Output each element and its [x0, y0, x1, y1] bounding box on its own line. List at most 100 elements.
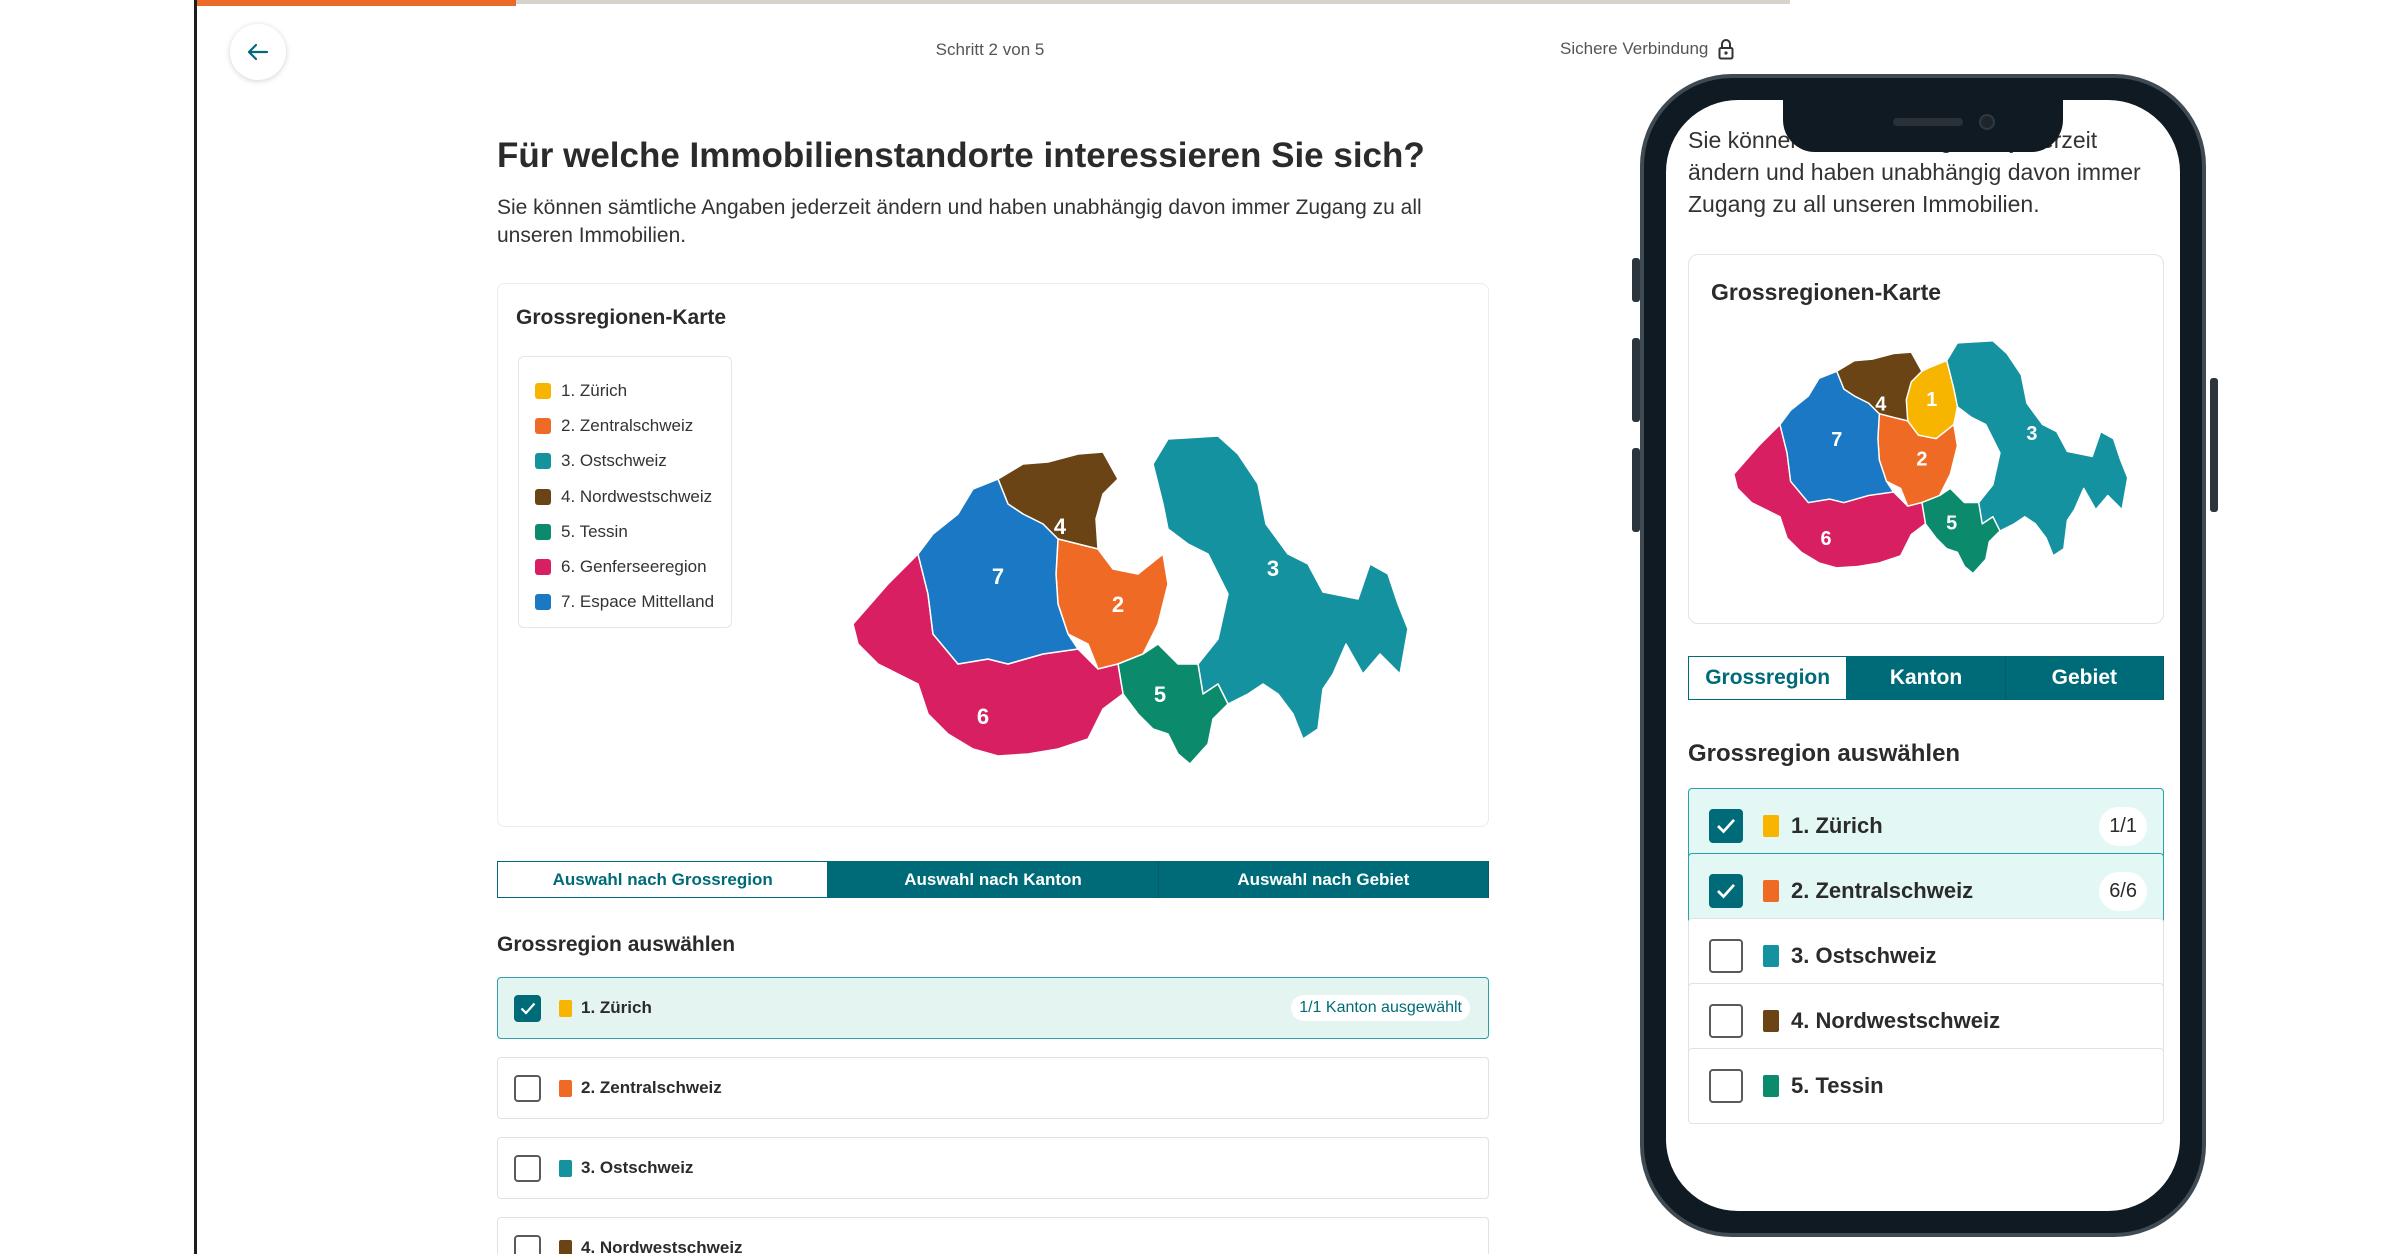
legend-item-espace-mittelland: 7. Espace Mittelland — [535, 585, 731, 620]
region-swatch — [1763, 815, 1779, 837]
phone-map-card: Grossregionen-Karte 1 2 3 4 5 6 7 — [1688, 254, 2164, 624]
page-title: Für welche Immobilienstandorte interessi… — [497, 136, 1425, 175]
secure-connection: Sichere Verbindung — [1560, 38, 1734, 60]
tab-grossregion[interactable]: Auswahl nach Grossregion — [497, 861, 829, 898]
checkbox[interactable] — [1709, 939, 1743, 973]
region-swatch — [559, 1079, 572, 1097]
option-ostschweiz[interactable]: 3. Ostschweiz — [497, 1137, 1489, 1199]
option-label: 4. Nordwestschweiz — [1791, 1008, 2001, 1033]
legend-swatch — [535, 594, 551, 611]
option-label: 3. Ostschweiz — [581, 1158, 694, 1177]
checkbox[interactable] — [1709, 809, 1743, 843]
legend-swatch — [535, 488, 551, 505]
region-label-7: 7 — [1831, 429, 1842, 451]
phone-side-button — [1632, 448, 1640, 532]
step-indicator: Schritt 2 von 5 — [935, 40, 1045, 59]
back-button[interactable] — [230, 24, 286, 80]
option-label: 2. Zentralschweiz — [1791, 878, 1974, 903]
tab-gebiet[interactable]: Auswahl nach Gebiet — [1158, 861, 1489, 898]
phone-side-button — [1632, 258, 1640, 302]
region-swatch — [559, 999, 572, 1017]
phone-switzerland-map[interactable]: 1 2 3 4 5 6 7 — [1709, 325, 2149, 595]
phone-side-button — [1632, 338, 1640, 422]
legend-item-zurich: 1. Zürich — [535, 373, 731, 408]
option-zurich[interactable]: 1. Zürich 1/1 Kanton ausgewählt — [497, 977, 1489, 1039]
legend-swatch — [535, 417, 551, 434]
tab-kanton[interactable]: Kanton — [1847, 656, 2006, 700]
legend-swatch — [535, 453, 551, 470]
option-label: 3. Ostschweiz — [1791, 943, 1937, 968]
legend-swatch — [535, 559, 551, 576]
legend-swatch — [535, 523, 551, 540]
checkbox[interactable] — [514, 994, 541, 1022]
region-label-1: 1 — [1926, 389, 1937, 411]
phone-map-title: Grossregionen-Karte — [1711, 279, 1942, 305]
map-title: Grossregionen-Karte — [516, 306, 727, 329]
option-zentralschweiz[interactable]: 2. Zentralschweiz — [497, 1057, 1489, 1119]
tab-kanton[interactable]: Auswahl nach Kanton — [828, 861, 1159, 898]
checkbox[interactable] — [1709, 1069, 1743, 1103]
checkbox[interactable] — [1709, 1004, 1743, 1038]
divider — [194, 0, 197, 1254]
checkbox[interactable] — [514, 1234, 541, 1254]
selection-badge: 1/1 — [2099, 806, 2147, 846]
region-label-6: 6 — [977, 704, 989, 729]
region-swatch — [1763, 945, 1779, 967]
region-label-1: 1 — [1126, 508, 1138, 533]
progress-bar — [197, 0, 516, 6]
lock-icon — [1718, 39, 1734, 60]
phone-option-tessin[interactable]: 5. Tessin — [1688, 1048, 2164, 1124]
option-label: 4. Nordwestschweiz — [581, 1238, 743, 1254]
arrow-left-icon — [247, 43, 269, 61]
page-intro: Sie können sämtliche Angaben jederzeit ä… — [497, 196, 1422, 247]
checkbox[interactable] — [514, 1154, 541, 1182]
selection-tabs: Auswahl nach Grossregion Auswahl nach Ka… — [497, 861, 1489, 898]
tab-grossregion[interactable]: Grossregion — [1688, 656, 1848, 700]
phone-selection-tabs: Grossregion Kanton Gebiet — [1688, 656, 2164, 700]
camera — [1979, 114, 1995, 130]
region-label-2: 2 — [1112, 592, 1124, 617]
desktop-page: Schritt 2 von 5 Sichere Verbindung Für w… — [0, 0, 1790, 1254]
map-legend: 1. Zürich 2. Zentralschweiz 3. Ostschwei… — [518, 356, 732, 628]
selection-badge: 1/1 Kanton ausgewählt — [1291, 995, 1470, 1021]
checkbox[interactable] — [514, 1074, 541, 1102]
legend-item-nordwestschweiz: 4. Nordwestschweiz — [535, 479, 731, 514]
tab-gebiet[interactable]: Gebiet — [2005, 656, 2164, 700]
section-title: Grossregion auswählen — [497, 933, 736, 956]
phone-side-button — [2210, 378, 2218, 512]
option-nordwestschweiz[interactable]: 4. Nordwestschweiz — [497, 1217, 1489, 1254]
legend-item-ostschweiz: 3. Ostschweiz — [535, 444, 731, 479]
region-label-6: 6 — [1821, 528, 1832, 550]
check-icon — [1717, 818, 1736, 834]
option-label: 1. Zürich — [581, 998, 652, 1017]
secure-label: Sichere Verbindung — [1560, 39, 1709, 58]
region-swatch — [1763, 1010, 1779, 1032]
region-label-5: 5 — [1154, 682, 1166, 707]
check-icon — [520, 1002, 535, 1015]
check-icon — [1717, 883, 1736, 899]
phone-section-title: Grossregion auswählen — [1688, 740, 1961, 767]
legend-item-zentralschweiz: 2. Zentralschweiz — [535, 408, 731, 443]
region-label-3: 3 — [2026, 423, 2037, 445]
region-label-4: 4 — [1875, 393, 1886, 415]
option-label: 2. Zentralschweiz — [581, 1078, 722, 1097]
phone-notch — [1783, 100, 2063, 152]
option-label: 1. Zürich — [1791, 813, 1883, 838]
region-map-card: Grossregionen-Karte 1. Zürich 2. Zentral… — [497, 283, 1489, 827]
switzerland-map[interactable]: 1 2 3 4 5 6 7 — [758, 344, 1478, 814]
legend-item-tessin: 5. Tessin — [535, 514, 731, 549]
region-swatch — [1763, 880, 1779, 902]
legend-swatch — [535, 382, 551, 399]
speaker — [1893, 118, 1963, 126]
selection-badge: 6/6 — [2099, 871, 2147, 911]
region-label-3: 3 — [1267, 556, 1279, 581]
region-label-4: 4 — [1054, 514, 1067, 539]
checkbox[interactable] — [1709, 874, 1743, 908]
legend-item-genferseeregion: 6. Genferseeregion — [535, 549, 731, 584]
phone-screen: Sie können sämtliche Angaben jederzeit ä… — [1666, 100, 2180, 1211]
region-label-2: 2 — [1916, 449, 1927, 471]
phone-mockup: Sie können sämtliche Angaben jederzeit ä… — [1632, 74, 2218, 1237]
region-label-7: 7 — [992, 564, 1004, 589]
region-swatch — [559, 1239, 572, 1254]
region-label-5: 5 — [1946, 513, 1957, 535]
